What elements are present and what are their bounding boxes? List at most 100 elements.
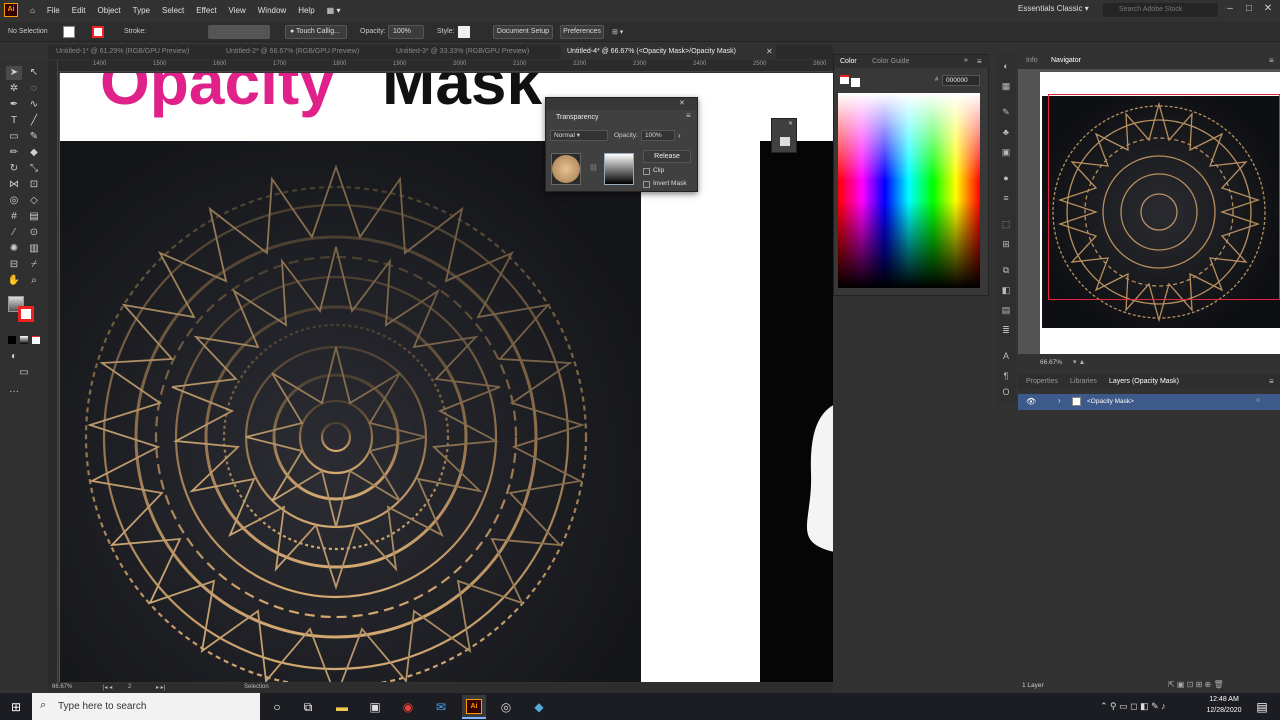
graphic-styles-icon[interactable]: ▣ xyxy=(1000,146,1012,158)
menu-file[interactable]: File xyxy=(41,6,66,15)
cortana-icon[interactable]: ○ xyxy=(269,699,285,715)
blend-tool-icon[interactable]: ⊙ xyxy=(26,226,42,240)
swatches-icon[interactable]: ▦ xyxy=(1000,80,1012,92)
rectangle-tool-icon[interactable]: ▭ xyxy=(6,130,22,144)
line-tool-icon[interactable]: ╱ xyxy=(26,114,42,128)
status-mode[interactable]: Selection xyxy=(244,684,269,690)
magic-wand-tool-icon[interactable]: ✲ xyxy=(6,82,22,96)
preferences-button[interactable]: Preferences xyxy=(560,25,604,39)
menu-effect[interactable]: Effect xyxy=(190,6,222,15)
panel-menu-icon[interactable]: ≡ xyxy=(686,111,691,120)
maximize-icon[interactable]: □ xyxy=(1243,3,1255,15)
character-icon[interactable]: A xyxy=(1000,350,1012,362)
more-tools-icon[interactable]: ··· xyxy=(6,385,22,399)
pencil-tool-icon[interactable]: ✏ xyxy=(6,146,22,160)
transparency-panel-header[interactable] xyxy=(546,98,697,110)
layer-actions-icons[interactable]: ⇱ ▣ ⊡ ⊞ ⊕ 🗑 xyxy=(1168,680,1224,689)
tab-navigator[interactable]: Navigator xyxy=(1051,57,1081,64)
panel-icon[interactable] xyxy=(780,137,790,146)
hex-input[interactable]: 000000 xyxy=(942,75,980,86)
brush-definition[interactable]: ● Touch Callig... xyxy=(285,25,347,39)
vertical-ruler[interactable] xyxy=(48,60,58,685)
scale-tool-icon[interactable]: ⤡ xyxy=(26,162,42,176)
zoom-tool-icon[interactable]: ⌕ xyxy=(26,274,42,288)
artwork-thumbnail[interactable] xyxy=(551,153,581,185)
tab-untitled-4[interactable]: Untitled-4* @ 66.67% (<Opacity Mask>/Opa… xyxy=(561,45,776,59)
shape-builder-tool-icon[interactable]: ◎ xyxy=(6,194,22,208)
tab-libraries[interactable]: Libraries xyxy=(1070,378,1097,385)
target-icon[interactable]: ○ xyxy=(1256,397,1260,404)
stock-search-input[interactable]: Search Adobe Stock xyxy=(1103,3,1218,17)
artboard-tool-icon[interactable]: ⊟ xyxy=(6,258,22,272)
illustrator-taskbar-button[interactable]: Ai xyxy=(462,695,486,719)
free-transform-tool-icon[interactable]: ⊡ xyxy=(26,178,42,192)
stroke-none-icon[interactable] xyxy=(840,75,849,84)
file-explorer-icon[interactable]: ▬ xyxy=(334,699,350,715)
rotate-tool-icon[interactable]: ↻ xyxy=(6,162,22,176)
align-icon[interactable]: ⊞ xyxy=(1000,238,1012,250)
panel-collapse-icon[interactable]: » xyxy=(964,57,968,64)
canvas[interactable]: Opacity Mask xyxy=(59,73,833,682)
collapsed-panel[interactable]: ✕ xyxy=(771,118,797,153)
panel-menu-icon[interactable]: ≡ xyxy=(1269,56,1274,65)
menu-help[interactable]: Help xyxy=(292,6,320,15)
windows-start-icon[interactable]: ⊞ xyxy=(8,699,24,715)
opentype-icon[interactable]: O xyxy=(1000,386,1012,398)
stroke-swatch[interactable] xyxy=(92,26,104,38)
fill-swatch[interactable] xyxy=(63,26,75,38)
appearance-icon[interactable]: ● xyxy=(1000,172,1012,184)
chevron-right-icon[interactable]: › xyxy=(678,131,681,140)
workspace-switcher[interactable]: Essentials Classic ▾ xyxy=(1018,4,1089,13)
mail-icon[interactable]: ✉ xyxy=(433,699,449,715)
stroke-color-icon[interactable] xyxy=(18,306,34,322)
opacity-field[interactable]: 100% xyxy=(388,25,424,39)
taskbar-search[interactable]: Type here to search xyxy=(32,693,260,720)
link-icon[interactable]: ⛓ xyxy=(589,164,598,172)
transparency-icon[interactable]: ◧ xyxy=(1000,284,1012,296)
layer-row[interactable]: 👁 › <Opacity Mask> ○ xyxy=(1018,394,1280,410)
curvature-tool-icon[interactable]: ∿ xyxy=(26,98,42,112)
panel-menu-icon[interactable]: ≡ xyxy=(977,57,982,66)
release-button[interactable]: Release xyxy=(643,150,691,163)
tab-layers[interactable]: Layers (Opacity Mask) xyxy=(1109,378,1179,385)
style-swatch[interactable] xyxy=(458,26,470,38)
menu-window[interactable]: Window xyxy=(252,6,292,15)
arrange-documents-icon[interactable]: ▦ ▾ xyxy=(321,6,347,15)
minimize-icon[interactable]: – xyxy=(1224,3,1236,15)
zoom-out-icon[interactable]: ▾ ▲ xyxy=(1073,358,1085,366)
tab-info[interactable]: Info xyxy=(1026,57,1038,64)
task-view-icon[interactable]: ⧉ xyxy=(300,699,316,715)
lasso-tool-icon[interactable]: ◌ xyxy=(26,82,42,96)
mask-thumbnail[interactable] xyxy=(604,153,634,185)
navigator-view-box[interactable] xyxy=(1048,94,1280,300)
tab-untitled-1[interactable]: Untitled-1* @ 61.29% (RGB/GPU Preview) xyxy=(50,45,220,59)
menu-type[interactable]: Type xyxy=(127,6,156,15)
document-setup-button[interactable]: Document Setup xyxy=(493,25,553,39)
color-mode-icon[interactable] xyxy=(8,336,16,344)
hand-tool-icon[interactable]: ✋ xyxy=(6,274,22,288)
mesh-tool-icon[interactable]: # xyxy=(6,210,22,224)
draw-mode-icon[interactable]: ◐ xyxy=(6,350,22,364)
mandala-artwork[interactable] xyxy=(60,141,641,682)
perspective-tool-icon[interactable]: ◇ xyxy=(26,194,42,208)
gradient-tool-icon[interactable]: ▤ xyxy=(26,210,42,224)
screen-mode-icon[interactable]: ▭ xyxy=(16,366,32,380)
clock-date[interactable]: 12/28/2020 xyxy=(1202,707,1246,714)
symbols-icon[interactable]: ♣ xyxy=(1000,126,1012,138)
expand-chevron-icon[interactable]: › xyxy=(1058,396,1061,405)
artboard-nav-next-icons[interactable]: ▸ ▸| xyxy=(156,684,165,691)
variable-width-field[interactable] xyxy=(208,25,270,39)
panel-menu-icon[interactable]: ≡ xyxy=(1269,377,1274,386)
system-tray-icons[interactable]: ⌃ ⚲ ▭ ◻ ◧ ✎ ♪ xyxy=(1100,701,1166,712)
color-spectrum[interactable] xyxy=(838,93,980,288)
gradient-icon[interactable]: ▤ xyxy=(1000,304,1012,316)
obs-icon[interactable]: ◎ xyxy=(498,699,514,715)
tab-color-guide[interactable]: Color Guide xyxy=(872,58,909,65)
invert-mask-checkbox[interactable] xyxy=(643,181,650,188)
panel-close-icon[interactable]: ✕ xyxy=(788,120,793,127)
store-icon[interactable]: ▣ xyxy=(367,699,383,715)
slice-tool-icon[interactable]: ⌿ xyxy=(26,258,42,272)
horizontal-ruler[interactable]: 1400 1500 1600 1700 1800 1900 2000 2100 … xyxy=(58,60,833,72)
graph-tool-icon[interactable]: ▥ xyxy=(26,242,42,256)
layers-icon[interactable]: ≣ xyxy=(1000,324,1012,336)
